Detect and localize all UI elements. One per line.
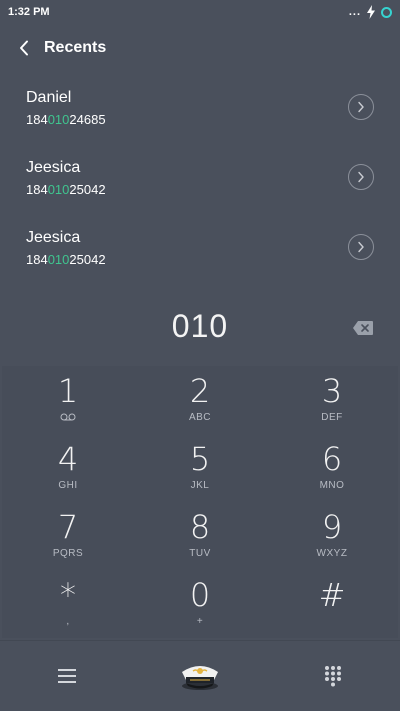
contact-detail-button[interactable] — [348, 94, 374, 120]
number-suffix: 24685 — [69, 112, 106, 127]
number-match: 010 — [47, 182, 70, 197]
number-match: 010 — [47, 112, 70, 127]
key-letters: MNO — [319, 480, 345, 491]
key-letters: + — [196, 616, 204, 627]
key-digit: 9 — [321, 508, 343, 546]
key-letters: JKL — [190, 480, 210, 491]
back-button[interactable] — [4, 32, 44, 64]
number-prefix: 184 — [26, 112, 48, 127]
chevron-right-circle-icon — [358, 241, 364, 253]
captain-hat-icon — [182, 666, 218, 690]
contact-name: Daniel — [26, 89, 72, 106]
key-0[interactable]: 0 + — [134, 570, 266, 638]
ring-icon — [381, 6, 392, 18]
key-8[interactable]: 8 TUV — [134, 502, 266, 570]
key-7[interactable]: 7 PQRS — [2, 502, 134, 570]
dialed-number-display: 010 — [0, 306, 400, 350]
key-letters: TUV — [189, 548, 211, 559]
contact-detail-button[interactable] — [348, 234, 374, 260]
key-digit: 7 — [57, 508, 79, 546]
number-prefix: 184 — [26, 252, 48, 267]
key-digit: 1 — [57, 372, 79, 410]
key-3[interactable]: 3 DEF — [266, 366, 398, 434]
contact-name: Jeesica — [26, 229, 81, 246]
number-prefix: 184 — [26, 182, 48, 197]
key-4[interactable]: 4 GHI — [2, 434, 134, 502]
recents-list: Daniel 18401024685 Jeesica 18401025042 J… — [0, 74, 400, 284]
key-letters: WXYZ — [316, 548, 348, 559]
key-digit: * — [60, 576, 76, 614]
key-5[interactable]: 5 JKL — [134, 434, 266, 502]
key-9[interactable]: 9 WXYZ — [266, 502, 398, 570]
chevron-right-circle-icon — [358, 171, 364, 183]
contact-name: Jeesica — [26, 159, 81, 176]
key-letters: DEF — [321, 412, 343, 423]
menu-button[interactable] — [52, 661, 82, 691]
dialpad: 1 2 ABC 3 DEF 4 GHI 5 JKL 6 MNO 7 PQRS 8… — [2, 366, 398, 638]
number-suffix: 25042 — [69, 252, 106, 267]
key-digit: 8 — [189, 508, 211, 546]
key-2[interactable]: 2 ABC — [134, 366, 266, 434]
key-6[interactable]: 6 MNO — [266, 434, 398, 502]
voicemail-icon — [60, 413, 76, 421]
hamburger-menu-icon — [58, 669, 76, 683]
number-suffix: 25042 — [69, 182, 106, 197]
bottom-bar — [0, 640, 400, 711]
key-hash[interactable]: # — [266, 570, 398, 638]
status-indicators: ... — [349, 5, 392, 19]
key-1[interactable]: 1 — [2, 366, 134, 434]
key-letters: PQRS — [52, 548, 84, 559]
key-letters: ABC — [188, 412, 212, 423]
chevron-left-icon — [20, 40, 28, 56]
key-digit: # — [318, 576, 346, 614]
key-digit: 3 — [321, 372, 343, 410]
chevron-right-circle-icon — [358, 101, 364, 113]
key-digit: 2 — [189, 372, 211, 410]
dialed-number: 010 — [171, 308, 229, 344]
contact-detail-button[interactable] — [348, 164, 374, 190]
list-item[interactable]: Daniel 18401024685 — [0, 74, 400, 144]
call-button[interactable] — [176, 655, 224, 695]
key-letters: GHI — [58, 480, 78, 491]
key-letters: , — [66, 616, 70, 627]
backspace-icon[interactable] — [352, 320, 374, 336]
dialpad-grid-icon — [325, 666, 341, 687]
key-digit: 4 — [57, 440, 79, 478]
contact-number: 18401025042 — [26, 252, 106, 267]
list-item[interactable]: Jeesica 18401025042 — [0, 214, 400, 284]
contact-number: 18401025042 — [26, 182, 106, 197]
page-title: Recents — [44, 39, 107, 56]
list-item[interactable]: Jeesica 18401025042 — [0, 144, 400, 214]
contact-number: 18401024685 — [26, 112, 106, 127]
key-digit: 6 — [321, 440, 343, 478]
notification-dots: ... — [348, 6, 361, 18]
header: Recents — [0, 32, 400, 64]
bolt-icon — [367, 5, 375, 19]
key-star[interactable]: * , — [2, 570, 134, 638]
number-match: 010 — [47, 252, 70, 267]
key-digit: 5 — [189, 440, 211, 478]
status-time: 1:32 PM — [8, 6, 50, 18]
key-digit: 0 — [189, 576, 211, 614]
status-bar: 1:32 PM ... — [0, 0, 400, 24]
show-dialpad-button[interactable] — [318, 661, 348, 691]
dialer-screen: 1:32 PM ... Recents Daniel 18401024685 J… — [0, 0, 400, 711]
